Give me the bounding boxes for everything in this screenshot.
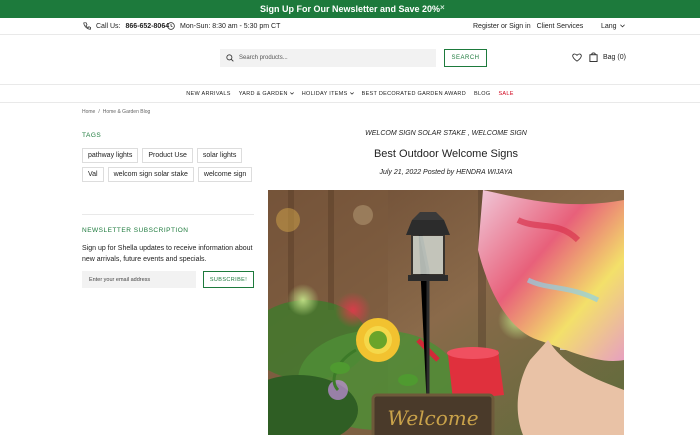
post-tags[interactable]: WELCOM SIGN SOLAR STAKE , WELCOME SIGN bbox=[268, 130, 624, 137]
tag-item[interactable]: welcome sign bbox=[197, 167, 253, 182]
nav-holiday-items[interactable]: HOLIDAY ITEMS bbox=[302, 91, 354, 97]
nav-label[interactable]: YARD & GARDEN bbox=[239, 91, 288, 97]
newsletter-text: Sign up for Shella updates to receive in… bbox=[82, 245, 253, 263]
register-link[interactable]: Register or Sign in bbox=[473, 23, 531, 30]
nav-blog[interactable]: BLOG bbox=[474, 91, 490, 97]
nav-label[interactable]: BLOG bbox=[474, 91, 490, 97]
hours-text: Mon-Sun: 8:30 am - 5:30 pm CT bbox=[180, 22, 281, 30]
post-meta: July 21, 2022 Posted by HENDRA WIJAYA bbox=[379, 169, 513, 176]
chevron-down-icon bbox=[619, 24, 625, 28]
tag-list: pathway lights Product Use solar lights … bbox=[82, 148, 262, 182]
main-nav: NEW ARRIVALS YARD & GARDEN HOLIDAY ITEMS… bbox=[0, 85, 700, 102]
chevron-down-icon bbox=[349, 92, 354, 95]
bag-icon bbox=[589, 52, 598, 62]
lang-label[interactable]: Lang bbox=[601, 23, 617, 30]
newsletter-title: NEWSLETTER SUBSCRIPTION bbox=[82, 227, 189, 234]
post-title: Best Outdoor Welcome Signs bbox=[373, 148, 519, 160]
tags-title: TAGS bbox=[82, 132, 102, 139]
client-services-link[interactable]: Client Services bbox=[537, 23, 584, 30]
tag-item[interactable]: Product Use bbox=[142, 148, 193, 163]
phone-number[interactable]: 866-652-8064 bbox=[126, 23, 170, 30]
close-icon[interactable]: × bbox=[440, 3, 445, 12]
email-placeholder[interactable]: Enter your email address bbox=[89, 277, 150, 283]
breadcrumb: Home / Home & Garden Blog bbox=[82, 109, 150, 115]
nav-best-decorated[interactable]: BEST DECORATED GARDEN AWARD bbox=[362, 91, 466, 97]
nav-sale[interactable]: SALE bbox=[498, 91, 513, 97]
divider bbox=[0, 102, 700, 103]
breadcrumb-separator: / bbox=[98, 109, 100, 115]
promo-text[interactable]: Sign Up For Our Newsletter and Save 20% bbox=[260, 4, 440, 14]
store-hours: Mon-Sun: 8:30 am - 5:30 pm CT bbox=[167, 22, 280, 30]
promo-banner[interactable]: Sign Up For Our Newsletter and Save 20% … bbox=[0, 0, 700, 18]
nav-label[interactable]: SALE bbox=[498, 91, 513, 97]
search-placeholder[interactable]: Search products... bbox=[239, 55, 288, 61]
bag-label[interactable]: Bag (0) bbox=[603, 54, 626, 61]
nav-label[interactable]: HOLIDAY ITEMS bbox=[302, 91, 348, 97]
search-button[interactable]: SEARCH bbox=[444, 49, 487, 67]
search-icon bbox=[226, 54, 234, 62]
breadcrumb-current: Home & Garden Blog bbox=[102, 109, 151, 115]
sidebar-divider bbox=[82, 214, 254, 215]
nav-label[interactable]: NEW ARRIVALS bbox=[186, 91, 230, 97]
heart-icon[interactable] bbox=[572, 53, 582, 62]
email-field[interactable]: Enter your email address bbox=[82, 271, 196, 288]
tag-item[interactable]: solar lights bbox=[196, 148, 243, 163]
chevron-down-icon bbox=[289, 92, 294, 95]
garden-photo: Welcome bbox=[268, 190, 624, 435]
welcome-sign-text: Welcome bbox=[387, 406, 478, 430]
site-header: Search products... SEARCH Bag (0) bbox=[0, 35, 700, 84]
nav-label[interactable]: BEST DECORATED GARDEN AWARD bbox=[362, 91, 466, 97]
subscribe-button[interactable]: SUBSCRIBE! bbox=[203, 271, 254, 288]
nav-new-arrivals[interactable]: NEW ARRIVALS bbox=[186, 91, 230, 97]
account-links: Register or Sign in Client Services bbox=[473, 23, 589, 30]
clock-icon bbox=[167, 22, 175, 30]
language-selector[interactable]: Lang bbox=[601, 23, 625, 30]
nav-yard-garden[interactable]: YARD & GARDEN bbox=[239, 91, 294, 97]
top-bar: Call Us: 866-652-8064 Mon-Sun: 8:30 am -… bbox=[0, 18, 700, 34]
breadcrumb-home[interactable]: Home bbox=[82, 109, 95, 115]
tag-item[interactable]: welcom sign solar stake bbox=[107, 167, 194, 182]
call-us: Call Us: 866-652-8064 bbox=[83, 22, 169, 30]
call-label: Call Us: bbox=[96, 22, 121, 30]
search-input[interactable]: Search products... bbox=[220, 49, 436, 67]
hero-image: Welcome bbox=[268, 190, 624, 435]
bag-button[interactable]: Bag (0) bbox=[589, 52, 626, 62]
phone-icon bbox=[83, 22, 91, 30]
tag-item[interactable]: pathway lights bbox=[82, 148, 139, 163]
tag-item[interactable]: Val bbox=[82, 167, 104, 182]
